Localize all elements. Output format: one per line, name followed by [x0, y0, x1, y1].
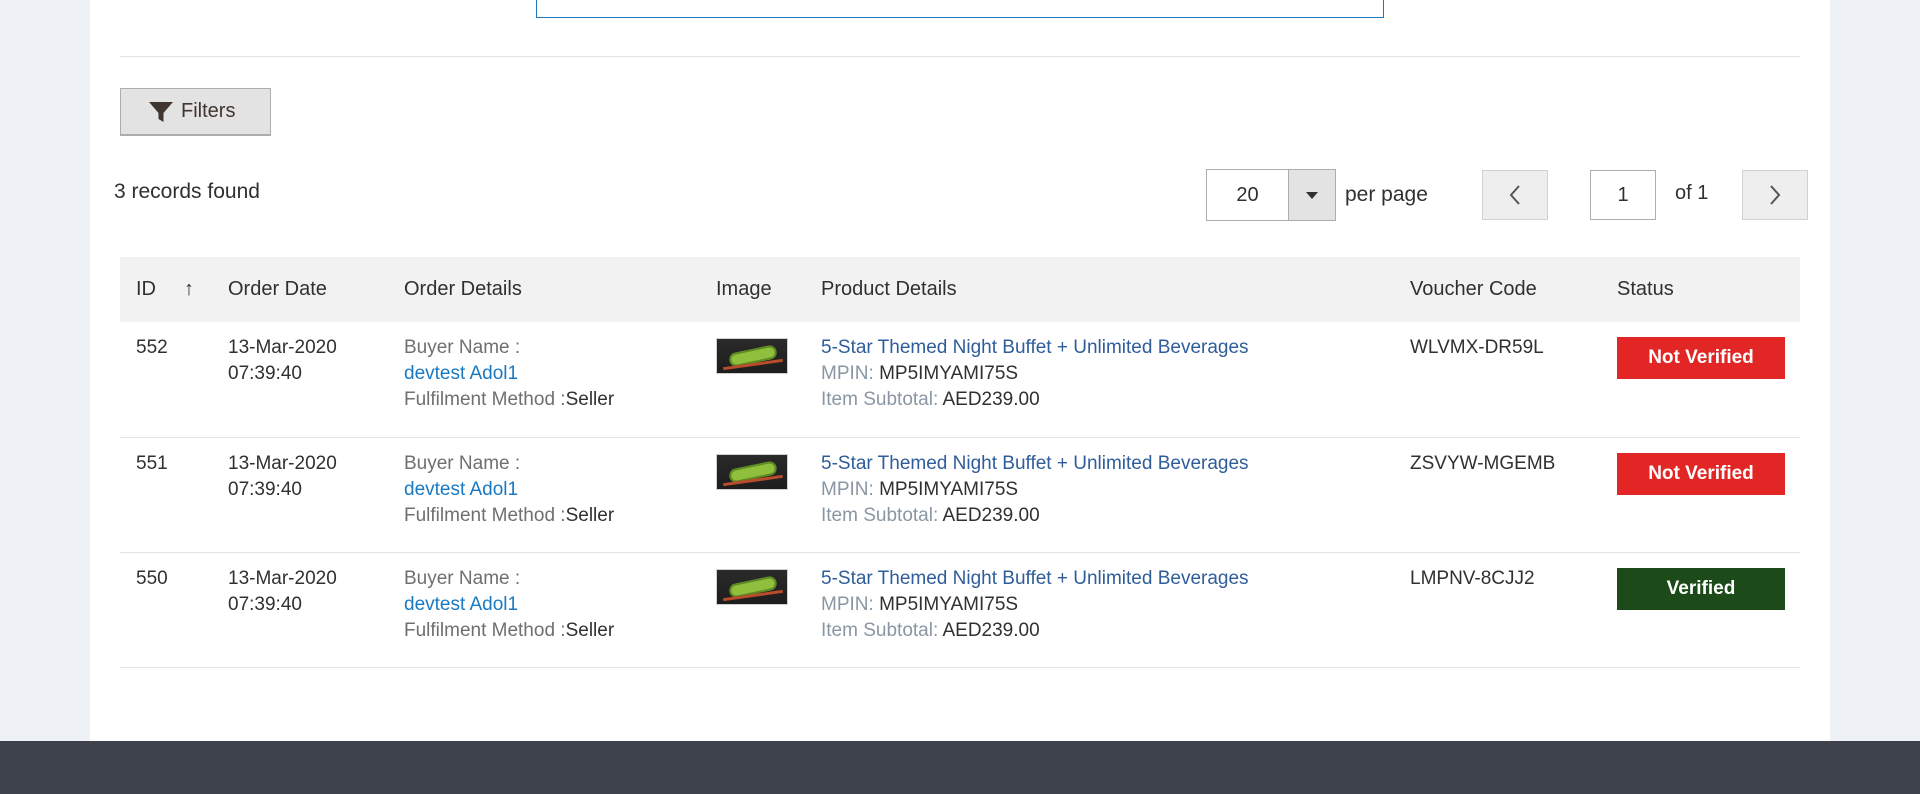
table-row[interactable]: 550 13-Mar-2020 07:39:40 Buyer Name : de…: [120, 552, 1800, 667]
table-row[interactable]: 551 13-Mar-2020 07:39:40 Buyer Name : de…: [120, 437, 1800, 552]
cell-order-date: 13-Mar-2020 07:39:40: [212, 552, 388, 667]
cell-order-date: 13-Mar-2020 07:39:40: [212, 437, 388, 552]
cell-product-details: 5-Star Themed Night Buffet + Unlimited B…: [805, 322, 1394, 437]
mpin-label: MPIN:: [821, 593, 874, 615]
caret-down-icon: [1306, 191, 1318, 199]
buyer-name-link[interactable]: devtest Adol1: [404, 477, 700, 503]
cell-voucher-code: WLVMX-DR59L: [1410, 337, 1544, 358]
orders-table: ID ↑ Order Date Order Details Image Produ…: [120, 257, 1800, 668]
chevron-right-icon: [1770, 185, 1781, 205]
order-date: 13-Mar-2020: [228, 567, 337, 589]
mpin-value: MP5IMYAMI75S: [879, 363, 1019, 384]
mpin-label: MPIN:: [821, 363, 874, 384]
buyer-name-link[interactable]: devtest Adol1: [404, 592, 700, 618]
mpin-value: MP5IMYAMI75S: [879, 478, 1019, 500]
column-header-order-date[interactable]: Order Date: [212, 257, 388, 322]
mpin-value: MP5IMYAMI75S: [879, 593, 1019, 615]
status-badge: Not Verified: [1617, 337, 1785, 379]
column-header-product-details[interactable]: Product Details: [805, 257, 1394, 322]
page-number-input[interactable]: 1: [1590, 170, 1656, 220]
cell-status: Verified: [1601, 552, 1800, 667]
column-header-id[interactable]: ID ↑: [120, 257, 212, 322]
buyer-name-label: Buyer Name :: [404, 567, 521, 589]
subtotal-label: Item Subtotal:: [821, 619, 939, 641]
order-time: 07:39:40: [228, 478, 302, 500]
chevron-left-icon: [1509, 185, 1520, 205]
content-panel: Filters 3 records found 20 per page 1 of…: [90, 0, 1830, 741]
product-thumbnail[interactable]: [716, 453, 788, 490]
cell-image: [700, 552, 805, 667]
cell-order-details: Buyer Name : devtest Adol1 Fulfilment Me…: [388, 322, 700, 437]
fulfilment-label: Fulfilment Method :: [404, 389, 566, 410]
fulfilment-label: Fulfilment Method :: [404, 619, 566, 641]
subtotal-label: Item Subtotal:: [821, 504, 939, 526]
subtotal-value: AED239.00: [942, 389, 1040, 410]
records-count: 3 records found: [114, 180, 260, 203]
cell-voucher-code: ZSVYW-MGEMB: [1410, 452, 1556, 474]
funnel-icon: [149, 101, 173, 122]
filters-button[interactable]: Filters: [120, 88, 271, 136]
page-footer: [0, 741, 1920, 794]
fulfilment-value: Seller: [565, 389, 615, 410]
table-row[interactable]: 552 13-Mar-2020 07:39:40 Buyer Name : de…: [120, 322, 1800, 437]
divider: [120, 56, 1800, 57]
total-pages: of 1: [1675, 182, 1709, 204]
order-time: 07:39:40: [228, 593, 302, 615]
per-page-dropdown-button[interactable]: [1288, 169, 1336, 221]
per-page-value[interactable]: 20: [1206, 169, 1288, 221]
per-page-select[interactable]: 20 per page: [1206, 169, 1428, 221]
filters-label: Filters: [181, 100, 236, 122]
cell-id: 552: [136, 337, 168, 358]
product-name-link[interactable]: 5-Star Themed Night Buffet + Unlimited B…: [821, 335, 1394, 361]
cell-status: Not Verified: [1601, 322, 1800, 437]
subtotal-label: Item Subtotal:: [821, 389, 939, 410]
subtotal-value: AED239.00: [942, 619, 1040, 641]
cell-product-details: 5-Star Themed Night Buffet + Unlimited B…: [805, 552, 1394, 667]
sort-ascending-icon[interactable]: ↑: [184, 278, 194, 300]
cell-order-details: Buyer Name : devtest Adol1 Fulfilment Me…: [388, 437, 700, 552]
cell-image: [700, 437, 805, 552]
subtotal-value: AED239.00: [942, 504, 1040, 526]
order-date: 13-Mar-2020: [228, 452, 337, 474]
column-header-voucher-code[interactable]: Voucher Code: [1394, 257, 1601, 322]
status-badge: Not Verified: [1617, 452, 1785, 495]
status-badge: Verified: [1617, 567, 1785, 610]
cell-product-details: 5-Star Themed Night Buffet + Unlimited B…: [805, 437, 1394, 552]
cell-order-details: Buyer Name : devtest Adol1 Fulfilment Me…: [388, 552, 700, 667]
fulfilment-label: Fulfilment Method :: [404, 504, 566, 526]
cell-image: [700, 322, 805, 437]
fulfilment-value: Seller: [565, 619, 615, 641]
column-header-image: Image: [716, 278, 772, 300]
cell-status: Not Verified: [1601, 437, 1800, 552]
order-time: 07:39:40: [228, 363, 302, 384]
column-header-status[interactable]: Status: [1601, 257, 1800, 322]
fulfilment-value: Seller: [565, 504, 615, 526]
cell-id: 550: [136, 567, 168, 589]
mpin-label: MPIN:: [821, 478, 874, 500]
previous-page-button[interactable]: [1482, 170, 1548, 220]
product-name-link[interactable]: 5-Star Themed Night Buffet + Unlimited B…: [821, 566, 1394, 592]
table-header-row: ID ↑ Order Date Order Details Image Produ…: [120, 257, 1800, 322]
order-date: 13-Mar-2020: [228, 337, 337, 358]
search-input[interactable]: [536, 0, 1384, 18]
buyer-name-label: Buyer Name :: [404, 452, 521, 474]
product-thumbnail[interactable]: [716, 568, 788, 605]
per-page-label: per page: [1345, 183, 1428, 206]
cell-order-date: 13-Mar-2020 07:39:40: [212, 322, 388, 437]
cell-id: 551: [136, 452, 168, 474]
column-header-order-details[interactable]: Order Details: [388, 257, 700, 322]
buyer-name-link[interactable]: devtest Adol1: [404, 361, 700, 387]
buyer-name-label: Buyer Name :: [404, 337, 521, 358]
product-thumbnail[interactable]: [716, 338, 788, 374]
cell-voucher-code: LMPNV-8CJJ2: [1410, 567, 1535, 589]
next-page-button[interactable]: [1742, 170, 1808, 220]
product-name-link[interactable]: 5-Star Themed Night Buffet + Unlimited B…: [821, 451, 1394, 477]
